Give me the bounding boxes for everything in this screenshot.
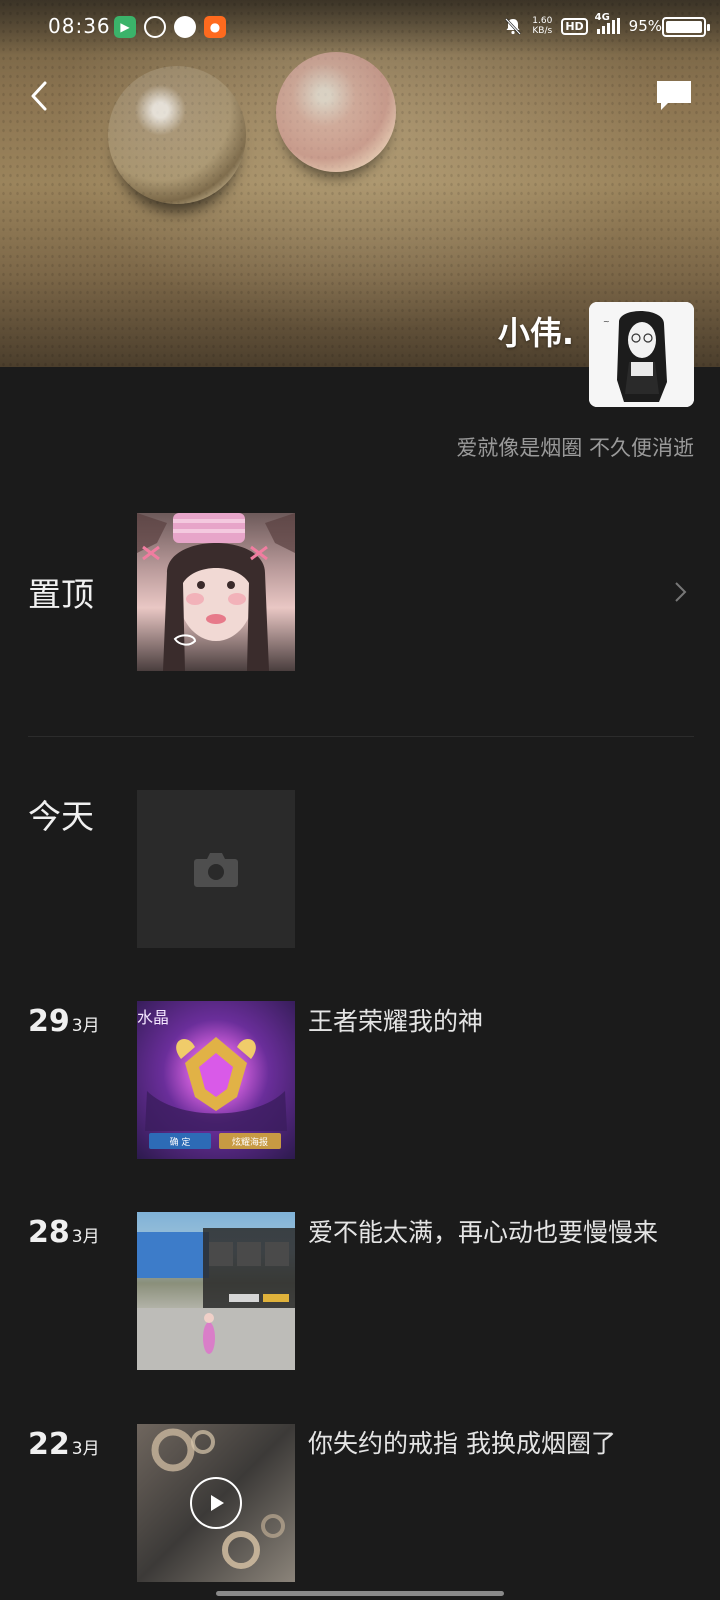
play-button[interactable] [190,1477,242,1529]
post-date: 28 3月 [28,1215,100,1250]
avatar-illustration: ~ [589,302,694,407]
chat-app-icon [174,16,196,38]
post-text[interactable]: 你失约的戒指 我换成烟圈了 [308,1424,616,1460]
poster-button-text: 炫耀海报 [232,1136,268,1148]
selfie-illustration [137,513,295,671]
new-post-button[interactable] [137,790,295,948]
section-divider [28,736,694,737]
status-time: 08:36 [48,14,111,38]
post-text[interactable]: 爱不能太满，再心动也要慢慢来 [308,1213,658,1249]
game-trophy-illustration: 确 定 炫耀海报 水晶 [137,1008,287,1149]
post-date-month: 3月 [71,1227,100,1247]
post-date: 29 3月 [28,1004,100,1039]
kuaishou-app-icon: ● [204,16,226,38]
camera-icon [194,853,238,887]
post-thumbnail[interactable]: 确 定 炫耀海报 水晶 [137,1001,295,1159]
video-app-icon: ▶ [114,16,136,38]
pinned-label: 置顶 [28,575,94,614]
post-date-day: 29 [28,1004,70,1039]
home-indicator[interactable] [216,1591,504,1596]
confirm-button-text: 确 定 [170,1136,191,1148]
sync-app-icon [144,16,166,38]
signal-icon: 4G [595,12,620,34]
post-date-day: 22 [28,1427,70,1462]
message-icon [657,81,691,110]
status-indicators: 1.60 KB/s HD 4G 95% [503,12,662,36]
network-speed: 1.60 KB/s [532,16,552,36]
profile-signature: 爱就像是烟圈 不久便消逝 [456,436,694,460]
post-date: 22 3月 [28,1427,100,1462]
network-speed-unit: KB/s [532,26,553,36]
hd-badge: HD [561,17,588,35]
svg-text:~: ~ [603,317,610,326]
notification-icons: ▶ ● [114,16,226,38]
cover-bubble-pink [276,52,396,172]
post-thumbnail[interactable] [137,1212,295,1370]
status-bar: 08:36 ▶ ● 1.60 KB/s HD 4G 95% [0,0,720,56]
play-icon [211,1495,224,1511]
post-date-month: 3月 [71,1016,100,1036]
pinned-post-thumbnail[interactable] [137,513,295,671]
game-screenshot-illustration [137,1228,295,1370]
today-label: 今天 [28,797,94,836]
profile-avatar[interactable]: ~ [589,302,694,407]
network-type: 4G [594,12,610,23]
crystal-text: 水晶 [137,1008,169,1027]
cover-bubble-clear [108,66,246,204]
network-speed-value: 1.60 [532,16,553,26]
chevron-right-icon[interactable] [670,580,690,604]
messages-button[interactable] [654,78,694,118]
video-post-thumbnail[interactable] [137,1424,295,1582]
post-date-day: 28 [28,1215,70,1250]
battery-percentage: 95% [628,17,662,35]
post-date-month: 3月 [71,1439,100,1459]
post-text[interactable]: 王者荣耀我的神 [308,1002,483,1038]
back-arrow-icon [31,81,47,111]
battery-icon [662,17,710,37]
back-button[interactable] [20,76,60,116]
profile-nickname[interactable]: 小伟. [498,308,574,354]
mute-bell-icon [505,18,522,35]
